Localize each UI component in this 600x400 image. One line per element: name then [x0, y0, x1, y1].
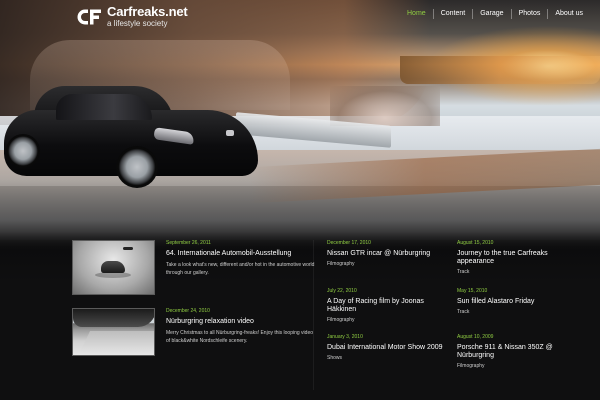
- car-window: [56, 94, 152, 120]
- thumbnail-road: [76, 331, 154, 355]
- car-badge: [226, 130, 234, 136]
- carfreaks-logo-icon: [76, 8, 102, 26]
- post-date: December 17, 2010: [327, 240, 371, 246]
- post-date: January 3, 2010: [327, 334, 363, 340]
- post-category-link[interactable]: Filmography: [327, 261, 447, 268]
- list-item: August 15, 2010 Journey to the true Carf…: [457, 240, 577, 276]
- nav-content[interactable]: Content: [434, 8, 473, 20]
- post-title-link[interactable]: A Day of Racing film by Joonas Häkkinen: [327, 298, 447, 314]
- post-date: July 22, 2010: [327, 288, 357, 294]
- frosted-bush: [330, 86, 440, 126]
- nav-garage[interactable]: Garage: [473, 8, 510, 20]
- post-title-link[interactable]: Dubai International Motor Show 2009: [327, 344, 447, 352]
- list-item: July 22, 2010 A Day of Racing film by Jo…: [327, 288, 447, 324]
- site-logo[interactable]: Carfreaks.net a lifestyle society: [76, 5, 188, 29]
- list-item: January 3, 2010 Dubai International Moto…: [327, 334, 447, 362]
- article-title-link[interactable]: 64. Internationale Automobil-Ausstellung: [166, 250, 316, 258]
- black-sports-car: [4, 84, 260, 194]
- sunset-horizon: [400, 56, 600, 84]
- list-item: May 15, 2010 Sun filled Alastaro Friday …: [457, 288, 577, 316]
- snowy-track-thumbnail[interactable]: [72, 308, 155, 356]
- post-date: May 15, 2010: [457, 288, 488, 294]
- post-title-link[interactable]: Nissan GTR incar @ Nürburgring: [327, 250, 447, 258]
- studio-light: [123, 247, 133, 250]
- nav-photos[interactable]: Photos: [512, 8, 548, 20]
- post-category-link[interactable]: Filmography: [327, 317, 447, 324]
- post-category-link[interactable]: Track: [457, 269, 577, 276]
- article-date: December 24, 2010: [166, 308, 210, 314]
- thumbnail-car: [101, 261, 125, 273]
- post-category-link[interactable]: Filmography: [457, 363, 577, 370]
- article-title-link[interactable]: Nürburgring relaxation video: [166, 318, 316, 326]
- site-name: Carfreaks.net: [107, 4, 188, 19]
- studio-car-thumbnail[interactable]: [72, 240, 155, 295]
- car-front-wheel: [116, 146, 158, 188]
- post-title-link[interactable]: Journey to the true Carfreaks appearance: [457, 250, 577, 266]
- list-item: December 17, 2010 Nissan GTR incar @ Nür…: [327, 240, 447, 268]
- post-date: August 10, 2009: [457, 334, 494, 340]
- nav-home[interactable]: Home: [400, 8, 433, 20]
- post-date: August 15, 2010: [457, 240, 494, 246]
- article-description: Merry Christmas to all Nürburgring-freak…: [166, 330, 314, 344]
- post-title-link[interactable]: Sun filled Alastaro Friday: [457, 298, 577, 306]
- car-rear-wheel: [6, 134, 40, 168]
- hero-banner-image: [0, 0, 600, 250]
- article-description: Take a look what's new, different and/or…: [166, 262, 315, 276]
- post-title-link[interactable]: Porsche 911 & Nissan 350Z @ Nürburgring: [457, 344, 577, 360]
- post-category-link[interactable]: Shows: [327, 355, 447, 362]
- nav-about-us[interactable]: About us: [548, 8, 590, 20]
- thumbnail-trees: [73, 309, 154, 327]
- main-navigation: Home Content Garage Photos About us: [400, 8, 590, 20]
- site-tagline: a lifestyle society: [107, 19, 168, 28]
- post-category-link[interactable]: Track: [457, 309, 577, 316]
- article-date: September 26, 2011: [166, 240, 211, 246]
- list-item: August 10, 2009 Porsche 911 & Nissan 350…: [457, 334, 577, 370]
